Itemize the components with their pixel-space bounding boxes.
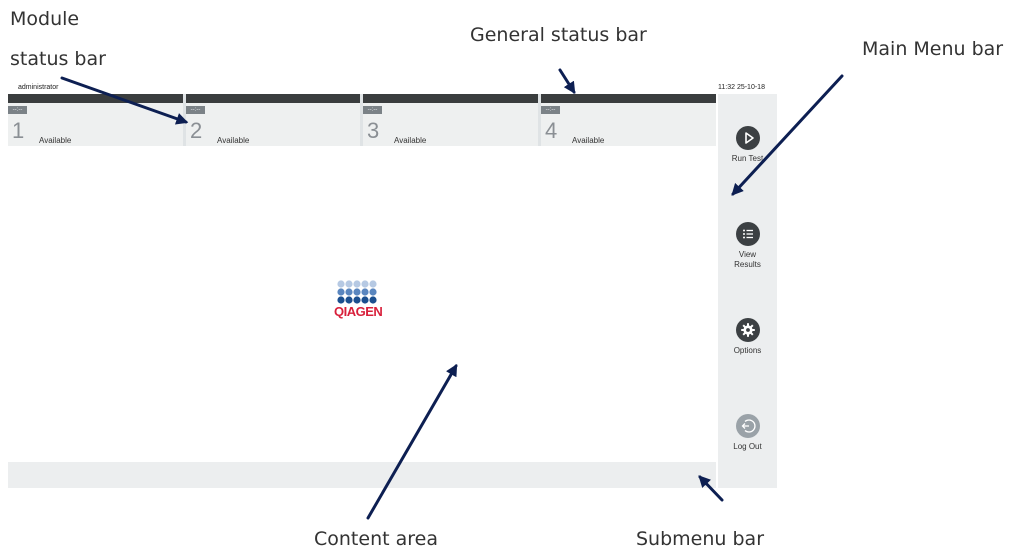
- arrow-submenu: [698, 475, 724, 502]
- arrow-main-menu: [731, 74, 844, 196]
- arrow-module-status: [60, 76, 189, 125]
- arrow-content-area: [366, 363, 458, 520]
- annotation-arrows: [60, 68, 844, 520]
- arrow-general-status: [558, 68, 576, 95]
